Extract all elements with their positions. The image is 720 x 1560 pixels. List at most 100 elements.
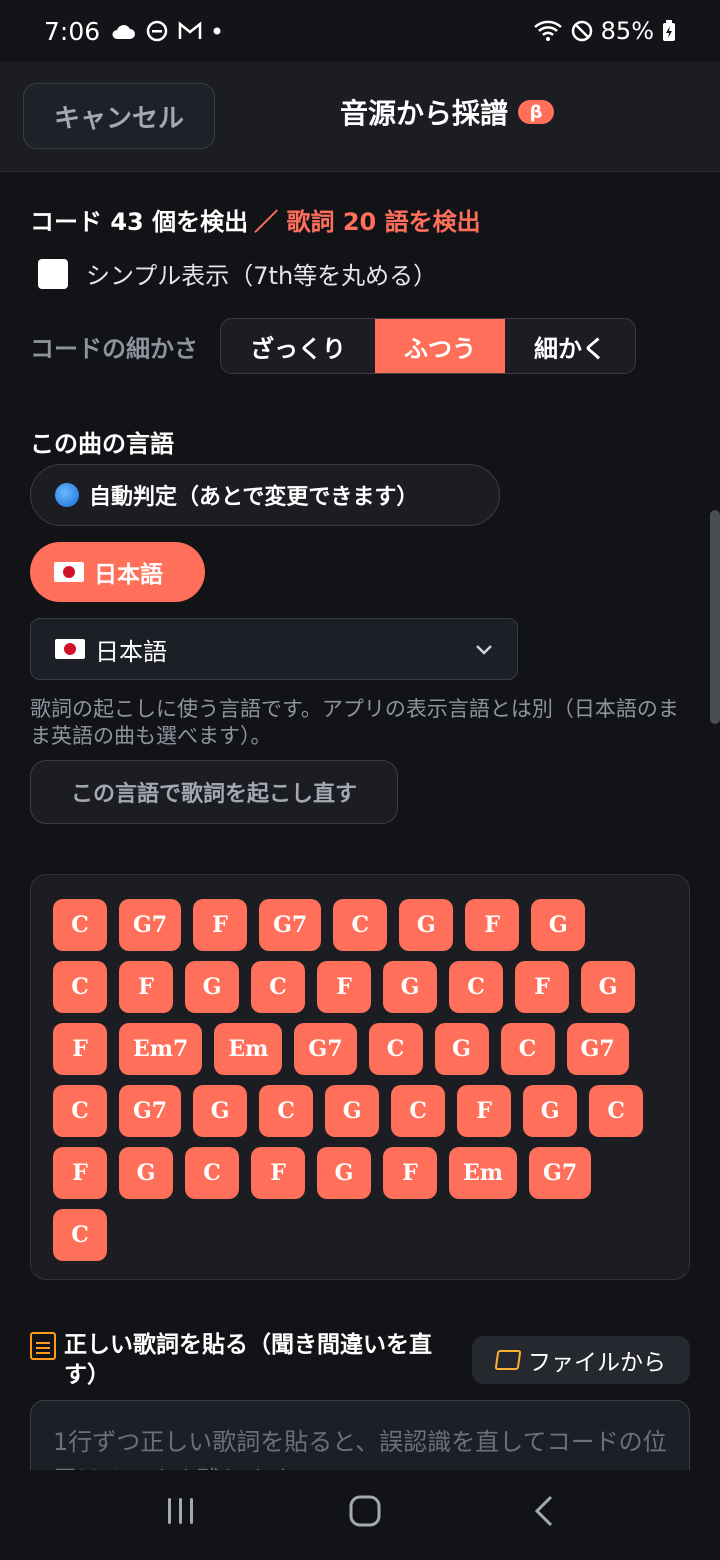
chord-chip[interactable]: C xyxy=(53,961,107,1013)
chord-chip[interactable]: F xyxy=(515,961,569,1013)
granularity-option-rough[interactable]: ざっくり xyxy=(221,319,375,373)
home-icon[interactable] xyxy=(348,1494,382,1537)
chord-chip[interactable]: F xyxy=(53,1023,107,1075)
simple-display-row[interactable]: シンプル表示（7th等を丸める） xyxy=(38,256,437,291)
chord-chip[interactable]: F xyxy=(193,899,248,951)
from-file-label: ファイルから xyxy=(528,1350,666,1376)
block-icon xyxy=(571,20,593,42)
page-title: 音源から採譜 xyxy=(340,97,509,130)
language-heading: この曲の言語 xyxy=(30,430,174,458)
chord-chip[interactable]: G xyxy=(531,899,586,951)
chord-chip[interactable]: G xyxy=(399,899,454,951)
chord-row: C xyxy=(53,1209,667,1261)
chord-chip[interactable]: F xyxy=(119,961,173,1013)
chord-chip[interactable]: Em xyxy=(449,1147,518,1199)
japanese-language-pill[interactable]: 日本語 xyxy=(30,542,205,602)
granularity-label: コードの細かさ xyxy=(30,334,198,363)
chord-chip[interactable]: G xyxy=(523,1085,578,1137)
dnd-icon xyxy=(146,20,168,42)
language-help-text: 歌詞の起こしに使う言語です。アプリの表示言語とは別（日本語のまま英語の曲も選べま… xyxy=(30,697,679,748)
chord-chip[interactable]: C xyxy=(53,899,107,951)
chord-chip[interactable]: C xyxy=(53,1085,107,1137)
recent-apps-icon[interactable] xyxy=(165,1495,197,1536)
scrollbar[interactable] xyxy=(710,510,720,724)
granularity-option-normal[interactable]: ふつう xyxy=(375,319,505,373)
chord-chip[interactable]: F xyxy=(251,1147,305,1199)
chord-chip[interactable]: C xyxy=(259,1085,314,1137)
app-header: キャンセル 音源から採譜 β xyxy=(0,62,720,172)
japanese-pill-label: 日本語 xyxy=(94,562,163,588)
back-icon[interactable] xyxy=(533,1494,555,1537)
redo-lyrics-button[interactable]: この言語で歌詞を起こし直す xyxy=(30,760,398,824)
chord-chip[interactable]: G7 xyxy=(119,899,182,951)
chord-chip[interactable]: G xyxy=(185,961,239,1013)
chord-chip[interactable]: C xyxy=(185,1147,239,1199)
simple-display-label[interactable]: シンプル表示（7th等を丸める） xyxy=(86,256,437,291)
lyrics-textarea[interactable]: 1行ずつ正しい歌詞を貼ると、誤認識を直してコードの位置はそのまま残します。 xyxy=(30,1400,690,1470)
chord-chip[interactable]: F xyxy=(53,1147,107,1199)
chord-chip[interactable]: Em xyxy=(214,1023,283,1075)
granularity-option-fine[interactable]: 細かく xyxy=(505,319,635,373)
chord-chip[interactable]: C xyxy=(589,1085,644,1137)
chord-chip[interactable]: G xyxy=(434,1023,489,1075)
chord-chip[interactable]: C xyxy=(500,1023,555,1075)
chord-row: F G C F G F Em G7 xyxy=(53,1147,667,1199)
chord-chip[interactable]: C xyxy=(251,961,305,1013)
japan-flag-icon xyxy=(55,639,85,659)
globe-icon xyxy=(55,483,79,507)
chord-count-text: コード 43 個を検出 xyxy=(30,208,249,236)
from-file-button[interactable]: ファイルから xyxy=(472,1336,690,1384)
beta-badge: β xyxy=(518,100,555,124)
gmail-icon xyxy=(178,21,202,41)
chord-chip[interactable]: G xyxy=(581,961,635,1013)
granularity-row: コードの細かさ ざっくり ふつう 細かく xyxy=(30,318,636,374)
chord-chip[interactable]: Em7 xyxy=(119,1023,203,1075)
lyric-count-text: ／ 歌詞 20 語を検出 xyxy=(254,208,481,236)
status-time: 7:06 xyxy=(44,16,101,46)
cloud-icon xyxy=(110,22,136,40)
chord-chip[interactable]: G xyxy=(317,1147,371,1199)
chord-chip[interactable]: G7 xyxy=(259,899,322,951)
chord-chip[interactable]: C xyxy=(53,1209,107,1261)
chord-chip[interactable]: G7 xyxy=(566,1023,629,1075)
chord-chip[interactable]: G xyxy=(119,1147,173,1199)
chord-chip[interactable]: F xyxy=(465,899,520,951)
system-navigation-bar xyxy=(0,1470,720,1560)
chord-chip[interactable]: C xyxy=(391,1085,446,1137)
status-bar: 7:06 85% xyxy=(0,0,720,62)
notepad-icon xyxy=(30,1332,56,1360)
chord-chip[interactable]: G7 xyxy=(529,1147,592,1199)
dot-icon xyxy=(212,26,222,36)
chord-chip[interactable]: F xyxy=(383,1147,437,1199)
title-group: 音源から採譜 β xyxy=(340,92,555,132)
japan-flag-icon xyxy=(54,562,84,582)
auto-detect-language-button[interactable]: 自動判定（あとで変更できます） xyxy=(30,464,500,526)
chord-chip[interactable]: G xyxy=(193,1085,248,1137)
chord-chip[interactable]: F xyxy=(457,1085,512,1137)
chord-row: C F G C F G C F G xyxy=(53,961,667,1013)
auto-detect-label: 自動判定（あとで変更できます） xyxy=(89,485,419,510)
chord-panel: C G7 F G7 C G F G C F G C F G C F G F Em… xyxy=(30,874,690,1280)
cancel-button[interactable]: キャンセル xyxy=(23,83,215,149)
chord-chip[interactable]: C xyxy=(333,899,388,951)
detection-summary: コード 43 個を検出 ／ 歌詞 20 語を検出 xyxy=(30,202,481,237)
chord-chip[interactable]: G7 xyxy=(294,1023,357,1075)
battery-percent: 85% xyxy=(600,17,654,45)
main-content[interactable]: コード 43 個を検出 ／ 歌詞 20 語を検出 シンプル表示（7th等を丸める… xyxy=(0,172,720,1470)
chord-chip[interactable]: F xyxy=(317,961,371,1013)
chord-chip[interactable]: G7 xyxy=(119,1085,182,1137)
chord-row: C G7 G C G C F G C xyxy=(53,1085,667,1137)
chord-chip[interactable]: G xyxy=(383,961,437,1013)
language-select-value: 日本語 xyxy=(95,637,167,666)
simple-display-checkbox[interactable] xyxy=(38,258,68,289)
chord-chip[interactable]: G xyxy=(325,1085,380,1137)
language-select[interactable]: 日本語 xyxy=(30,618,518,680)
wifi-icon xyxy=(533,20,563,42)
chord-chip[interactable]: C xyxy=(449,961,503,1013)
lyrics-paste-heading-text: 正しい歌詞を貼る（聞き間違いを直す） xyxy=(64,1332,432,1388)
granularity-segmented-control: ざっくり ふつう 細かく xyxy=(220,318,636,374)
chord-chip[interactable]: C xyxy=(368,1023,423,1075)
chord-row: C G7 F G7 C G F G xyxy=(53,899,667,951)
chord-row: F Em7 Em G7 C G C G7 xyxy=(53,1023,667,1075)
lyrics-paste-heading: 正しい歌詞を貼る（聞き間違いを直す） xyxy=(30,1330,460,1390)
